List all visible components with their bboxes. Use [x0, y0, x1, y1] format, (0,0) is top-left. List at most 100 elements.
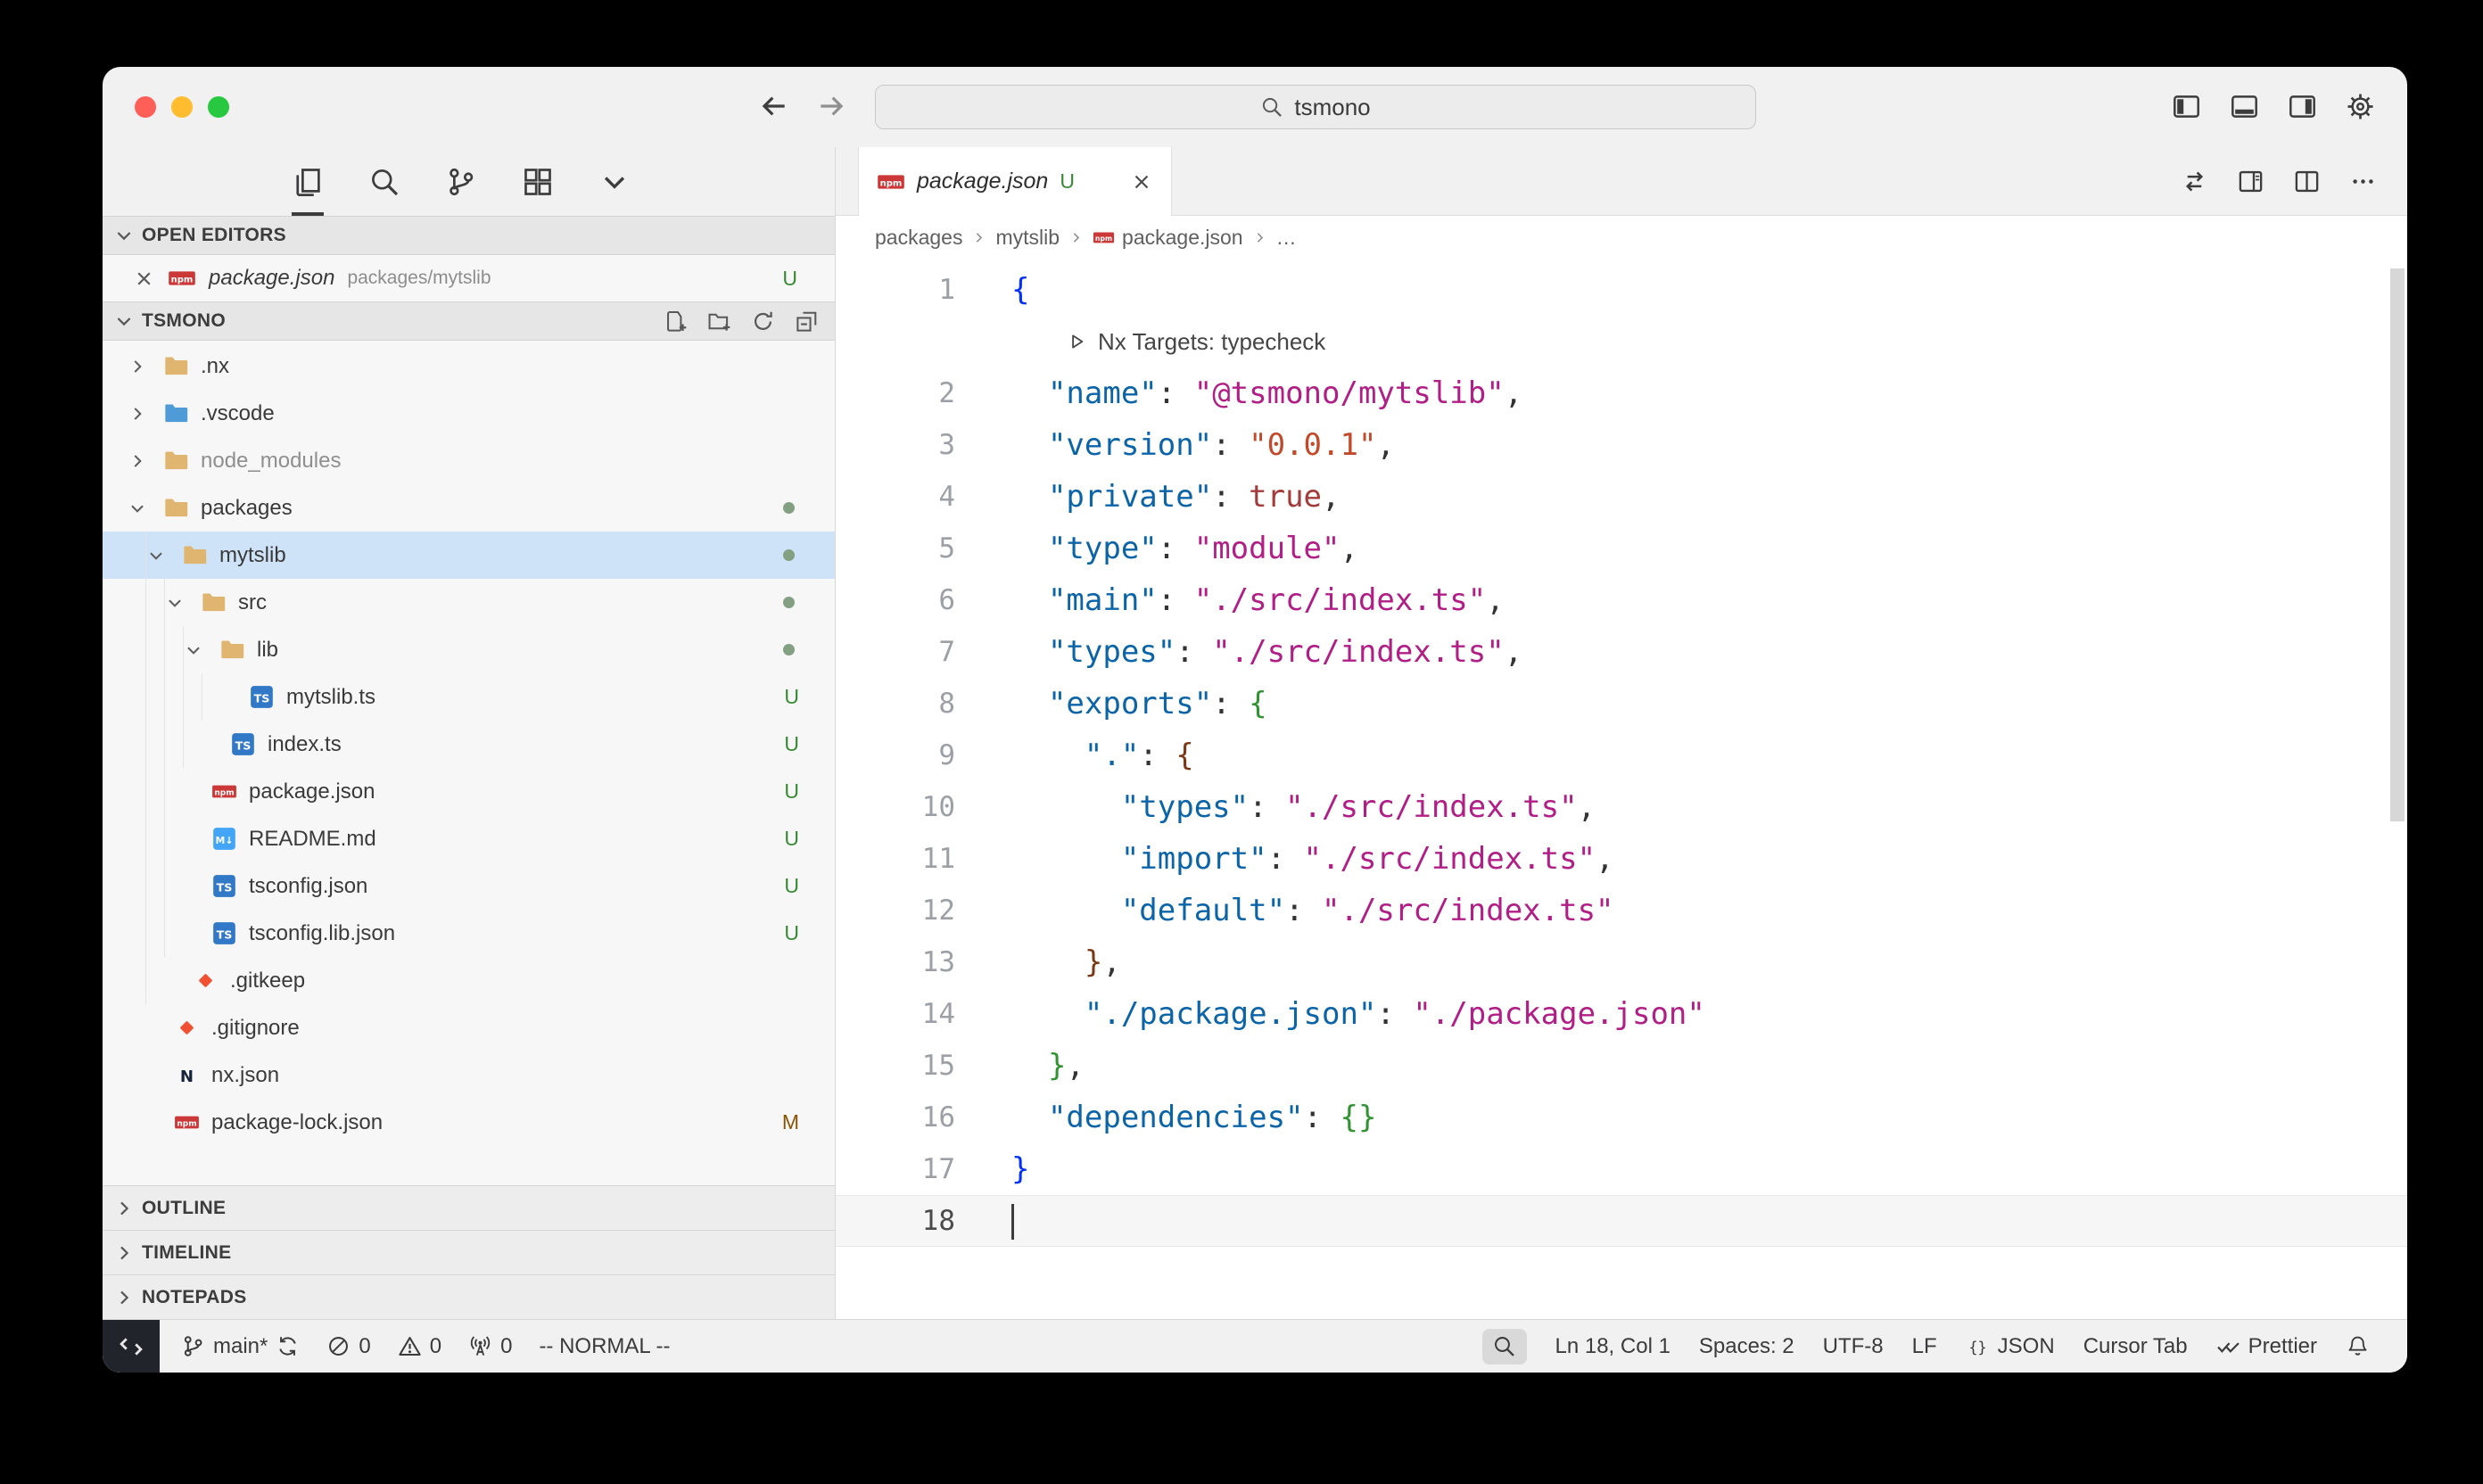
code-line-7[interactable]: 7 "types": "./src/index.ts", — [836, 626, 2407, 678]
indent-guide — [128, 673, 146, 721]
chevron-down-icon[interactable] — [165, 593, 201, 613]
open-editor-package-json[interactable]: npm package.json packages/mytslib U — [103, 255, 835, 301]
code-line-10[interactable]: 10 "types": "./src/index.ts", — [836, 781, 2407, 833]
tree-item-gitkeep[interactable]: .gitkeep — [103, 957, 835, 1004]
timeline-section-header[interactable]: TIMELINE — [103, 1230, 835, 1274]
code-line-8[interactable]: 8 "exports": { — [836, 678, 2407, 730]
tree-item-package-lock-json[interactable]: npmpackage-lock.jsonM — [103, 1099, 835, 1146]
status-ports[interactable]: 0 — [468, 1334, 512, 1359]
tree-item-mytslib-ts[interactable]: TSmytslib.tsU — [103, 673, 835, 721]
maximize-window-button[interactable] — [208, 96, 229, 118]
refresh-explorer-icon[interactable] — [751, 309, 775, 334]
outline-section-header[interactable]: OUTLINE — [103, 1185, 835, 1230]
status-indentation[interactable]: Spaces: 2 — [1699, 1334, 1794, 1359]
code-line-4[interactable]: 4 "private": true, — [836, 471, 2407, 523]
command-center-search[interactable]: tsmono — [875, 85, 1756, 129]
minimize-window-button[interactable] — [171, 96, 193, 118]
open-editors-header[interactable]: OPEN EDITORS — [103, 216, 835, 255]
tree-item-index-ts[interactable]: TSindex.tsU — [103, 721, 835, 768]
more-actions-icon[interactable] — [2349, 168, 2377, 195]
activity-extensions[interactable] — [522, 147, 554, 216]
status-zoom-indicator[interactable] — [1482, 1329, 1527, 1364]
code-line-12[interactable]: 12 "default": "./src/index.ts" — [836, 885, 2407, 936]
code-line-15[interactable]: 15 }, — [836, 1040, 2407, 1092]
code-line-17[interactable]: 17} — [836, 1143, 2407, 1195]
tree-item-nx-json[interactable]: Nnx.json — [103, 1051, 835, 1099]
breadcrumb-item-mytslib[interactable]: mytslib — [995, 226, 1060, 250]
codelens-nx-targets[interactable]: Nx Targets: typecheck — [836, 316, 2407, 367]
status-git-branch[interactable]: main* — [181, 1334, 300, 1359]
new-file-icon[interactable] — [664, 309, 688, 334]
status-language-mode[interactable]: {}JSON — [1966, 1334, 2055, 1359]
chevron-right-icon[interactable] — [128, 357, 163, 376]
tree-item-packages[interactable]: packages — [103, 484, 835, 532]
breadcrumb-item-item[interactable]: … — [1276, 226, 1297, 250]
toggle-primary-sidebar-icon[interactable] — [2172, 92, 2201, 121]
chevron-right-icon[interactable] — [128, 404, 163, 424]
status-cursor-tab[interactable]: Cursor Tab — [2083, 1334, 2188, 1359]
tree-item-readme-md[interactable]: M↓README.mdU — [103, 815, 835, 862]
activity-source-control[interactable] — [445, 147, 477, 216]
status-vim-mode[interactable]: -- NORMAL -- — [539, 1334, 670, 1359]
status-encoding[interactable]: UTF-8 — [1823, 1334, 1884, 1359]
chevron-down-icon[interactable] — [128, 499, 163, 518]
remote-indicator[interactable] — [103, 1320, 160, 1373]
activity-explorer[interactable] — [292, 147, 324, 216]
tree-item-vscode[interactable]: .vscode — [103, 390, 835, 437]
close-editor-icon[interactable] — [133, 268, 155, 290]
status-cursor-position[interactable]: Ln 18, Col 1 — [1555, 1334, 1670, 1359]
notepads-section-header[interactable]: NOTEPADS — [103, 1274, 835, 1319]
tree-item-tsconfig-json[interactable]: TStsconfig.jsonU — [103, 862, 835, 910]
chevron-right-icon[interactable] — [128, 451, 163, 471]
tree-item-nx[interactable]: .nx — [103, 342, 835, 390]
close-window-button[interactable] — [135, 96, 156, 118]
collapse-folders-icon[interactable] — [795, 309, 819, 334]
activity-more-views[interactable] — [598, 147, 631, 216]
chevron-down-icon[interactable] — [184, 640, 219, 660]
close-tab-icon[interactable] — [1130, 170, 1153, 194]
toggle-secondary-sidebar-icon[interactable] — [2288, 92, 2317, 121]
indent-guide — [128, 626, 146, 673]
chevron-down-icon[interactable] — [146, 546, 182, 565]
tree-item-package-json[interactable]: npmpackage.jsonU — [103, 768, 835, 815]
split-editor-icon[interactable] — [2293, 168, 2321, 195]
code-line-16[interactable]: 16 "dependencies": {} — [836, 1092, 2407, 1143]
status-warnings[interactable]: 0 — [398, 1334, 441, 1359]
code-editor[interactable]: 1{Nx Targets: typecheck2 "name": "@tsmon… — [836, 259, 2407, 1319]
code-line-11[interactable]: 11 "import": "./src/index.ts", — [836, 833, 2407, 885]
open-side-panel-icon[interactable] — [2237, 168, 2264, 195]
code-line-9[interactable]: 9 ".": { — [836, 730, 2407, 781]
tree-item-mytslib[interactable]: mytslib — [103, 532, 835, 579]
tree-item-lib[interactable]: lib — [103, 626, 835, 673]
activity-search[interactable] — [368, 147, 400, 216]
status-end-of-line[interactable]: LF — [1912, 1334, 1937, 1359]
tab-package-json[interactable]: npm package.json U — [858, 147, 1172, 216]
status-notifications[interactable] — [2346, 1334, 2370, 1358]
code-line-6[interactable]: 6 "main": "./src/index.ts", — [836, 574, 2407, 626]
status-formatter[interactable]: Prettier — [2216, 1334, 2317, 1359]
open-changes-icon[interactable] — [2181, 168, 2208, 195]
workspace-header[interactable]: TSMONO — [103, 301, 835, 341]
code-line-1[interactable]: 1{ — [836, 264, 2407, 316]
toggle-panel-icon[interactable] — [2230, 92, 2259, 121]
code-line-5[interactable]: 5 "type": "module", — [836, 523, 2407, 574]
code-line-18[interactable]: 18 — [836, 1195, 2407, 1247]
new-folder-icon[interactable] — [707, 309, 731, 334]
status-errors[interactable]: 0 — [326, 1334, 370, 1359]
settings-gear-icon[interactable] — [2346, 92, 2375, 121]
breadcrumb-item-packages[interactable]: packages — [875, 226, 962, 250]
forward-icon[interactable] — [816, 91, 846, 121]
tree-item-src[interactable]: src — [103, 579, 835, 626]
code-line-2[interactable]: 2 "name": "@tsmono/mytslib", — [836, 367, 2407, 419]
tree-item-tsconfig-lib-json[interactable]: TStsconfig.lib.jsonU — [103, 910, 835, 957]
tree-item-gitignore[interactable]: .gitignore — [103, 1004, 835, 1051]
line-content: ".": { — [1011, 738, 1194, 773]
open-editors-label: OPEN EDITORS — [142, 225, 286, 246]
tree-item-node-modules[interactable]: node_modules — [103, 437, 835, 484]
code-line-3[interactable]: 3 "version": "0.0.1", — [836, 419, 2407, 471]
breadcrumb-item-package-json[interactable]: npmpackage.json — [1093, 226, 1243, 250]
editor-scrollbar[interactable] — [2390, 268, 2405, 821]
back-icon[interactable] — [759, 91, 789, 121]
code-line-13[interactable]: 13 }, — [836, 936, 2407, 988]
code-line-14[interactable]: 14 "./package.json": "./package.json" — [836, 988, 2407, 1040]
